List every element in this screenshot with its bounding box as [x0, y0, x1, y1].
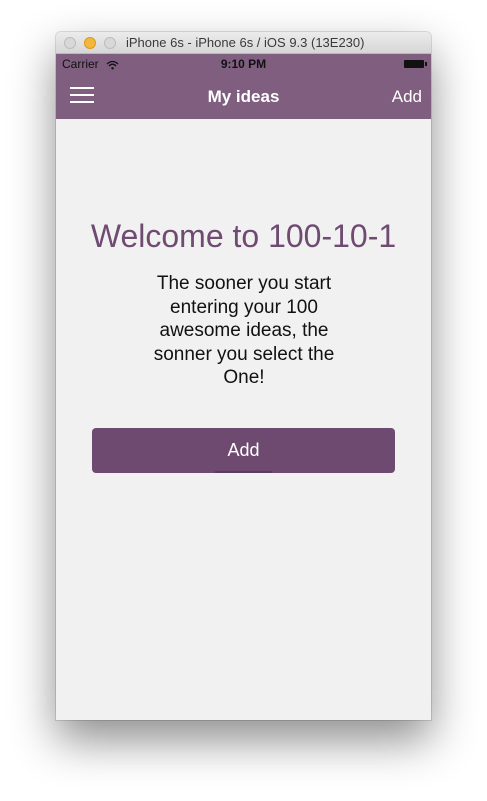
close-window-icon[interactable]: [64, 37, 76, 49]
battery-icon: [404, 60, 427, 68]
simulator-window: iPhone 6s - iPhone 6s / iOS 9.3 (13E230)…: [56, 32, 431, 720]
main-content: Welcome to 100-10-1 The sooner you start…: [56, 119, 431, 720]
intro-text: The sooner you start entering your 100 a…: [153, 273, 335, 388]
status-bar: Carrier 9:10 PM: [56, 54, 431, 74]
minimize-window-icon[interactable]: [84, 37, 96, 49]
window-title: iPhone 6s - iPhone 6s / iOS 9.3 (13E230): [126, 35, 365, 50]
welcome-heading: Welcome to 100-10-1: [90, 218, 397, 254]
add-idea-button[interactable]: Add: [92, 428, 395, 473]
window-titlebar: iPhone 6s - iPhone 6s / iOS 9.3 (13E230): [56, 32, 431, 54]
page-title: My ideas: [207, 87, 280, 106]
zoom-window-icon[interactable]: [104, 37, 116, 49]
status-time: 9:10 PM: [220, 57, 267, 71]
add-nav-button[interactable]: Add: [392, 74, 422, 119]
button-underline: [215, 471, 272, 473]
navigation-bar: My ideas Add: [56, 74, 431, 119]
